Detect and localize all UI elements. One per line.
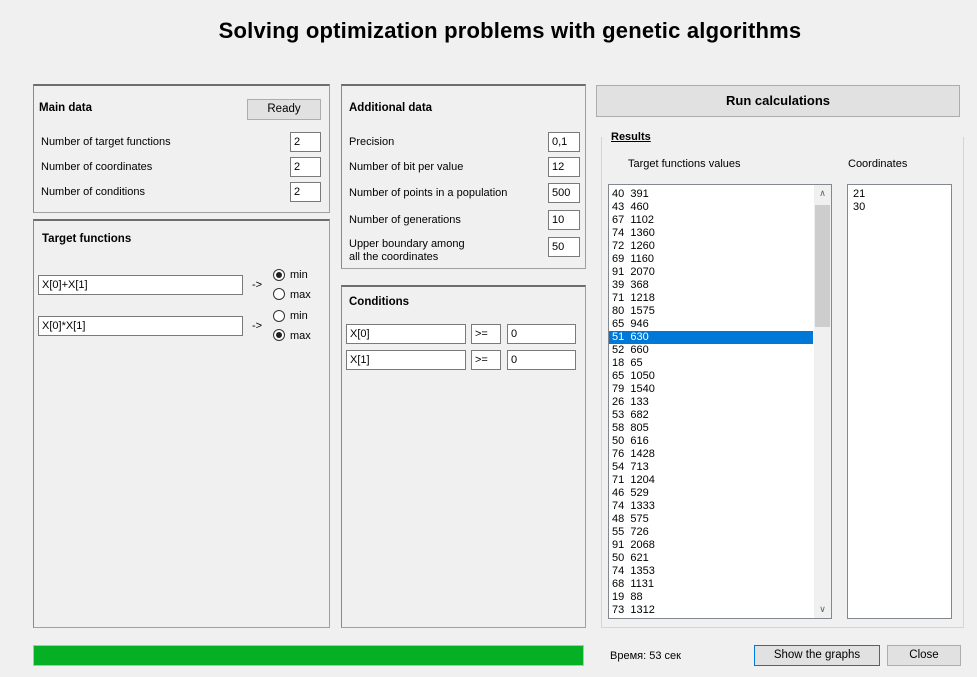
list-item[interactable]: 79 1540 xyxy=(609,383,813,396)
condition-2-right-input[interactable]: 0 xyxy=(507,350,576,370)
max-label-2: max xyxy=(290,330,311,342)
condition-2-operator-input[interactable]: >= xyxy=(471,350,501,370)
bits-label: Number of bit per value xyxy=(349,161,464,173)
field-label-coordinates: Number of coordinates xyxy=(41,161,153,173)
target-functions-panel: Target functions X[0]+X[1] -> min max X[… xyxy=(33,219,330,628)
population-input[interactable]: 500 xyxy=(548,183,580,203)
coordinate-item[interactable]: 30 xyxy=(850,201,951,214)
min-label-1: min xyxy=(290,269,308,281)
min-label-2: min xyxy=(290,310,308,322)
coordinates-list[interactable]: 21 30 xyxy=(847,184,952,619)
list-item[interactable]: 43 460 xyxy=(609,201,813,214)
scroll-thumb[interactable] xyxy=(815,205,830,327)
list-item[interactable]: 71 1204 xyxy=(609,474,813,487)
arrow-label-1: -> xyxy=(252,279,263,291)
generations-input[interactable]: 10 xyxy=(548,210,580,230)
ready-button[interactable]: Ready xyxy=(247,99,321,120)
list-item[interactable]: 50 621 xyxy=(609,552,813,565)
condition-1-left-input[interactable]: X[0] xyxy=(346,324,466,344)
target-function-1-input[interactable]: X[0]+X[1] xyxy=(38,275,243,295)
arrow-label-2: -> xyxy=(252,320,263,332)
population-label: Number of points in a population xyxy=(349,187,508,199)
list-item[interactable]: 91 2068 xyxy=(609,539,813,552)
list-item[interactable]: 53 682 xyxy=(609,409,813,422)
list-item[interactable]: 54 713 xyxy=(609,461,813,474)
target-values-rows: 40 391 43 460 67 1102 74 1360 72 1260 69 1160… xyxy=(609,188,813,617)
coordinate-item[interactable]: 21 xyxy=(850,188,951,201)
list-item[interactable]: 68 1131 xyxy=(609,578,813,591)
list-item[interactable]: 67 1102 xyxy=(609,214,813,227)
conditions-count-input[interactable]: 2 xyxy=(290,182,321,202)
min-radio-1[interactable] xyxy=(273,269,285,281)
run-calculations-button[interactable]: Run calculations xyxy=(596,85,960,117)
target-functions-count-input[interactable]: 2 xyxy=(290,132,321,152)
scroll-up-icon[interactable]: ∧ xyxy=(814,185,831,202)
field-label-conditions: Number of conditions xyxy=(41,186,145,198)
list-item[interactable]: 73 1312 xyxy=(609,604,813,617)
condition-1-operator-input[interactable]: >= xyxy=(471,324,501,344)
upper-boundary-label-line1: Upper boundary among xyxy=(349,238,465,250)
list-item[interactable]: 55 726 xyxy=(609,526,813,539)
list-item[interactable]: 26 133 xyxy=(609,396,813,409)
close-button[interactable]: Close xyxy=(887,645,961,666)
list-item[interactable]: 65 1050 xyxy=(609,370,813,383)
list-item[interactable]: 40 391 xyxy=(609,188,813,201)
progress-bar xyxy=(33,645,584,666)
list-item[interactable]: 39 368 xyxy=(609,279,813,292)
list-item[interactable]: 46 529 xyxy=(609,487,813,500)
list-item[interactable]: 71 1218 xyxy=(609,292,813,305)
coordinates-count-input[interactable]: 2 xyxy=(290,157,321,177)
condition-1-right-input[interactable]: 0 xyxy=(507,324,576,344)
generations-label: Number of generations xyxy=(349,214,461,226)
target-functions-title: Target functions xyxy=(42,233,132,245)
list-item[interactable]: 58 805 xyxy=(609,422,813,435)
upper-boundary-label-line2: all the coordinates xyxy=(349,251,439,263)
min-radio-2[interactable] xyxy=(273,310,285,322)
precision-label: Precision xyxy=(349,136,395,148)
max-label-1: max xyxy=(290,289,311,301)
list-item[interactable]: 48 575 xyxy=(609,513,813,526)
additional-data-title: Additional data xyxy=(349,102,433,114)
list-item[interactable]: 19 88 xyxy=(609,591,813,604)
coordinates-header: Coordinates xyxy=(848,158,908,170)
additional-data-panel: Additional data Precision 0,1 Number of … xyxy=(341,84,586,269)
list-item[interactable]: 18 65 xyxy=(609,357,813,370)
upper-boundary-input[interactable]: 50 xyxy=(548,237,580,257)
target-function-2-input[interactable]: X[0]*X[1] xyxy=(38,316,243,336)
condition-2-left-input[interactable]: X[1] xyxy=(346,350,466,370)
list-item[interactable]: 76 1428 xyxy=(609,448,813,461)
precision-input[interactable]: 0,1 xyxy=(548,132,580,152)
list-item[interactable]: 69 1160 xyxy=(609,253,813,266)
progress-fill xyxy=(34,646,583,665)
list-item[interactable]: 50 616 xyxy=(609,435,813,448)
coordinates-rows: 21 30 xyxy=(850,188,951,214)
scroll-down-icon[interactable]: ∨ xyxy=(814,601,831,618)
target-values-scrollbar[interactable]: ∧ ∨ xyxy=(814,185,831,618)
max-radio-1[interactable] xyxy=(273,288,285,300)
list-item[interactable]: 74 1333 xyxy=(609,500,813,513)
target-values-header: Target functions values xyxy=(628,158,741,170)
list-item[interactable]: 74 1360 xyxy=(609,227,813,240)
main-data-title: Main data xyxy=(39,102,93,114)
conditions-panel: Conditions X[0] >= 0 X[1] >= 0 xyxy=(341,285,586,628)
main-data-panel: Main data Ready Number of target functio… xyxy=(33,84,330,213)
list-item[interactable]: 51 630 xyxy=(609,331,813,344)
field-label-target-functions: Number of target functions xyxy=(41,136,171,148)
list-item[interactable]: 65 946 xyxy=(609,318,813,331)
bits-input[interactable]: 12 xyxy=(548,157,580,177)
list-item[interactable]: 91 2070 xyxy=(609,266,813,279)
show-graphs-button[interactable]: Show the graphs xyxy=(754,645,880,666)
max-radio-2[interactable] xyxy=(273,329,285,341)
list-item[interactable]: 72 1260 xyxy=(609,240,813,253)
list-item[interactable]: 52 660 xyxy=(609,344,813,357)
target-values-list[interactable]: 40 391 43 460 67 1102 74 1360 72 1260 69 1160… xyxy=(608,184,832,619)
elapsed-time-label: Время: 53 сек xyxy=(610,650,681,662)
conditions-title: Conditions xyxy=(349,296,410,308)
list-item[interactable]: 74 1353 xyxy=(609,565,813,578)
page-title: Solving optimization problems with genet… xyxy=(218,18,802,43)
list-item[interactable]: 80 1575 xyxy=(609,305,813,318)
results-title: Results xyxy=(610,131,652,143)
